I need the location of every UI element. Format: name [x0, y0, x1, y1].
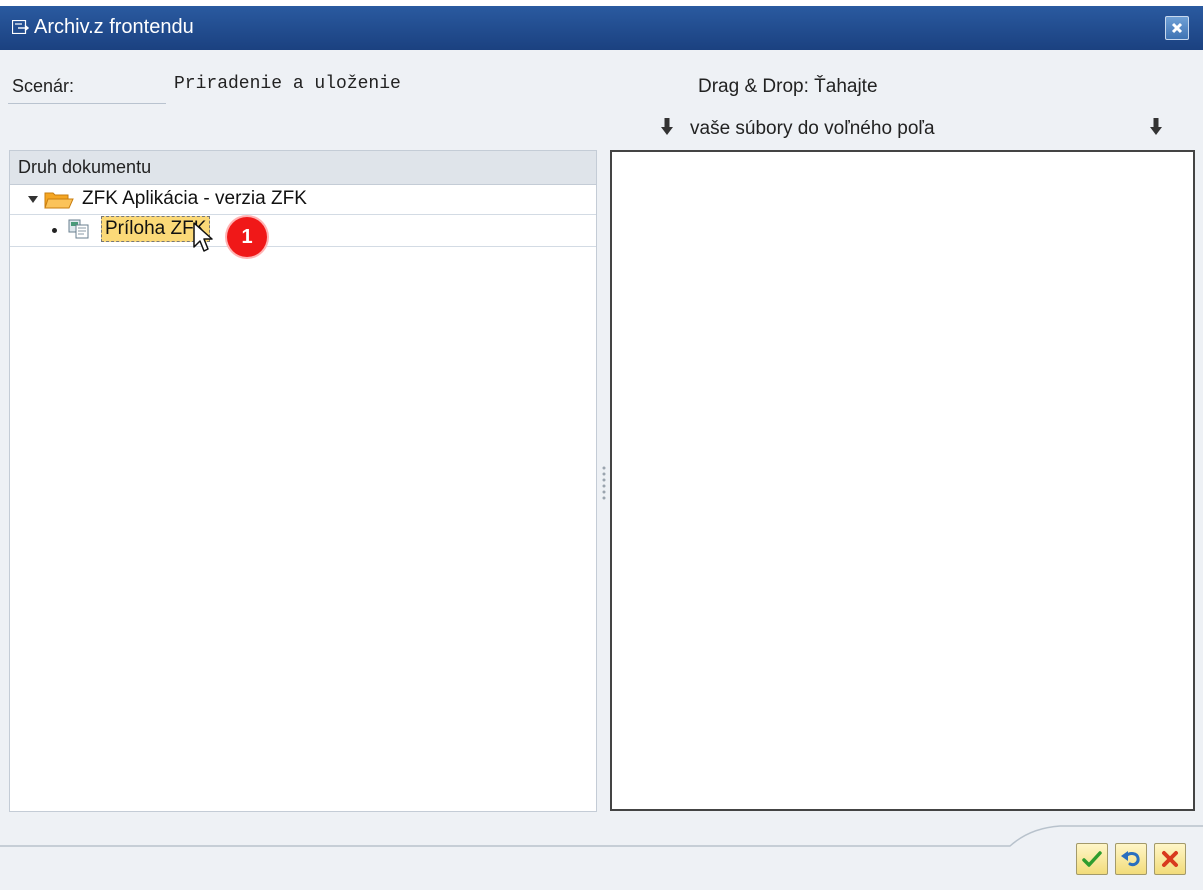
footer-separator: [0, 825, 1203, 847]
close-icon: [1171, 22, 1183, 34]
dialog-window-icon: [12, 20, 29, 34]
tree-header-label: Druh dokumentu: [18, 157, 152, 177]
document-type-tree: Druh dokumentu ZFK Aplikácia - verzia ZF…: [9, 150, 597, 812]
down-arrow-icon: [1150, 118, 1162, 135]
scenario-value: Priradenie a uloženie: [174, 74, 401, 94]
dragdrop-hint-line2: vaše súbory do voľného poľa: [690, 118, 935, 139]
check-icon: [1082, 851, 1102, 867]
step-number-badge: 1: [227, 217, 267, 257]
mouse-cursor-icon: [193, 222, 213, 252]
undo-icon: [1121, 851, 1140, 867]
expand-triangle-icon[interactable]: [28, 196, 38, 203]
splitter-grip-icon[interactable]: [601, 465, 607, 501]
tree-node-label: ZFK Aplikácia - verzia ZFK: [82, 188, 307, 209]
scenario-label-underline: [8, 103, 166, 104]
confirm-button[interactable]: [1076, 843, 1108, 875]
undo-button[interactable]: [1115, 843, 1147, 875]
cancel-x-icon: [1162, 851, 1178, 867]
open-folder-icon: [44, 192, 74, 209]
tree-node-application[interactable]: ZFK Aplikácia - verzia ZFK: [10, 185, 596, 215]
cancel-button[interactable]: [1154, 843, 1186, 875]
down-arrow-icon: [661, 118, 673, 135]
document-type-icon: [68, 219, 89, 239]
tree-node-attachment[interactable]: Príloha ZFK: [10, 215, 596, 247]
dialog-title: Archiv.z frontendu: [34, 16, 194, 38]
close-dialog-button[interactable]: [1165, 16, 1189, 40]
scenario-label: Scenár:: [12, 76, 75, 96]
leaf-bullet-icon: [52, 228, 57, 233]
file-drop-area[interactable]: [610, 150, 1195, 811]
dialog-titlebar: Archiv.z frontendu: [0, 6, 1203, 50]
tree-column-header: Druh dokumentu: [10, 151, 596, 185]
dragdrop-hint-line1: Drag & Drop: Ťahajte: [698, 76, 878, 97]
